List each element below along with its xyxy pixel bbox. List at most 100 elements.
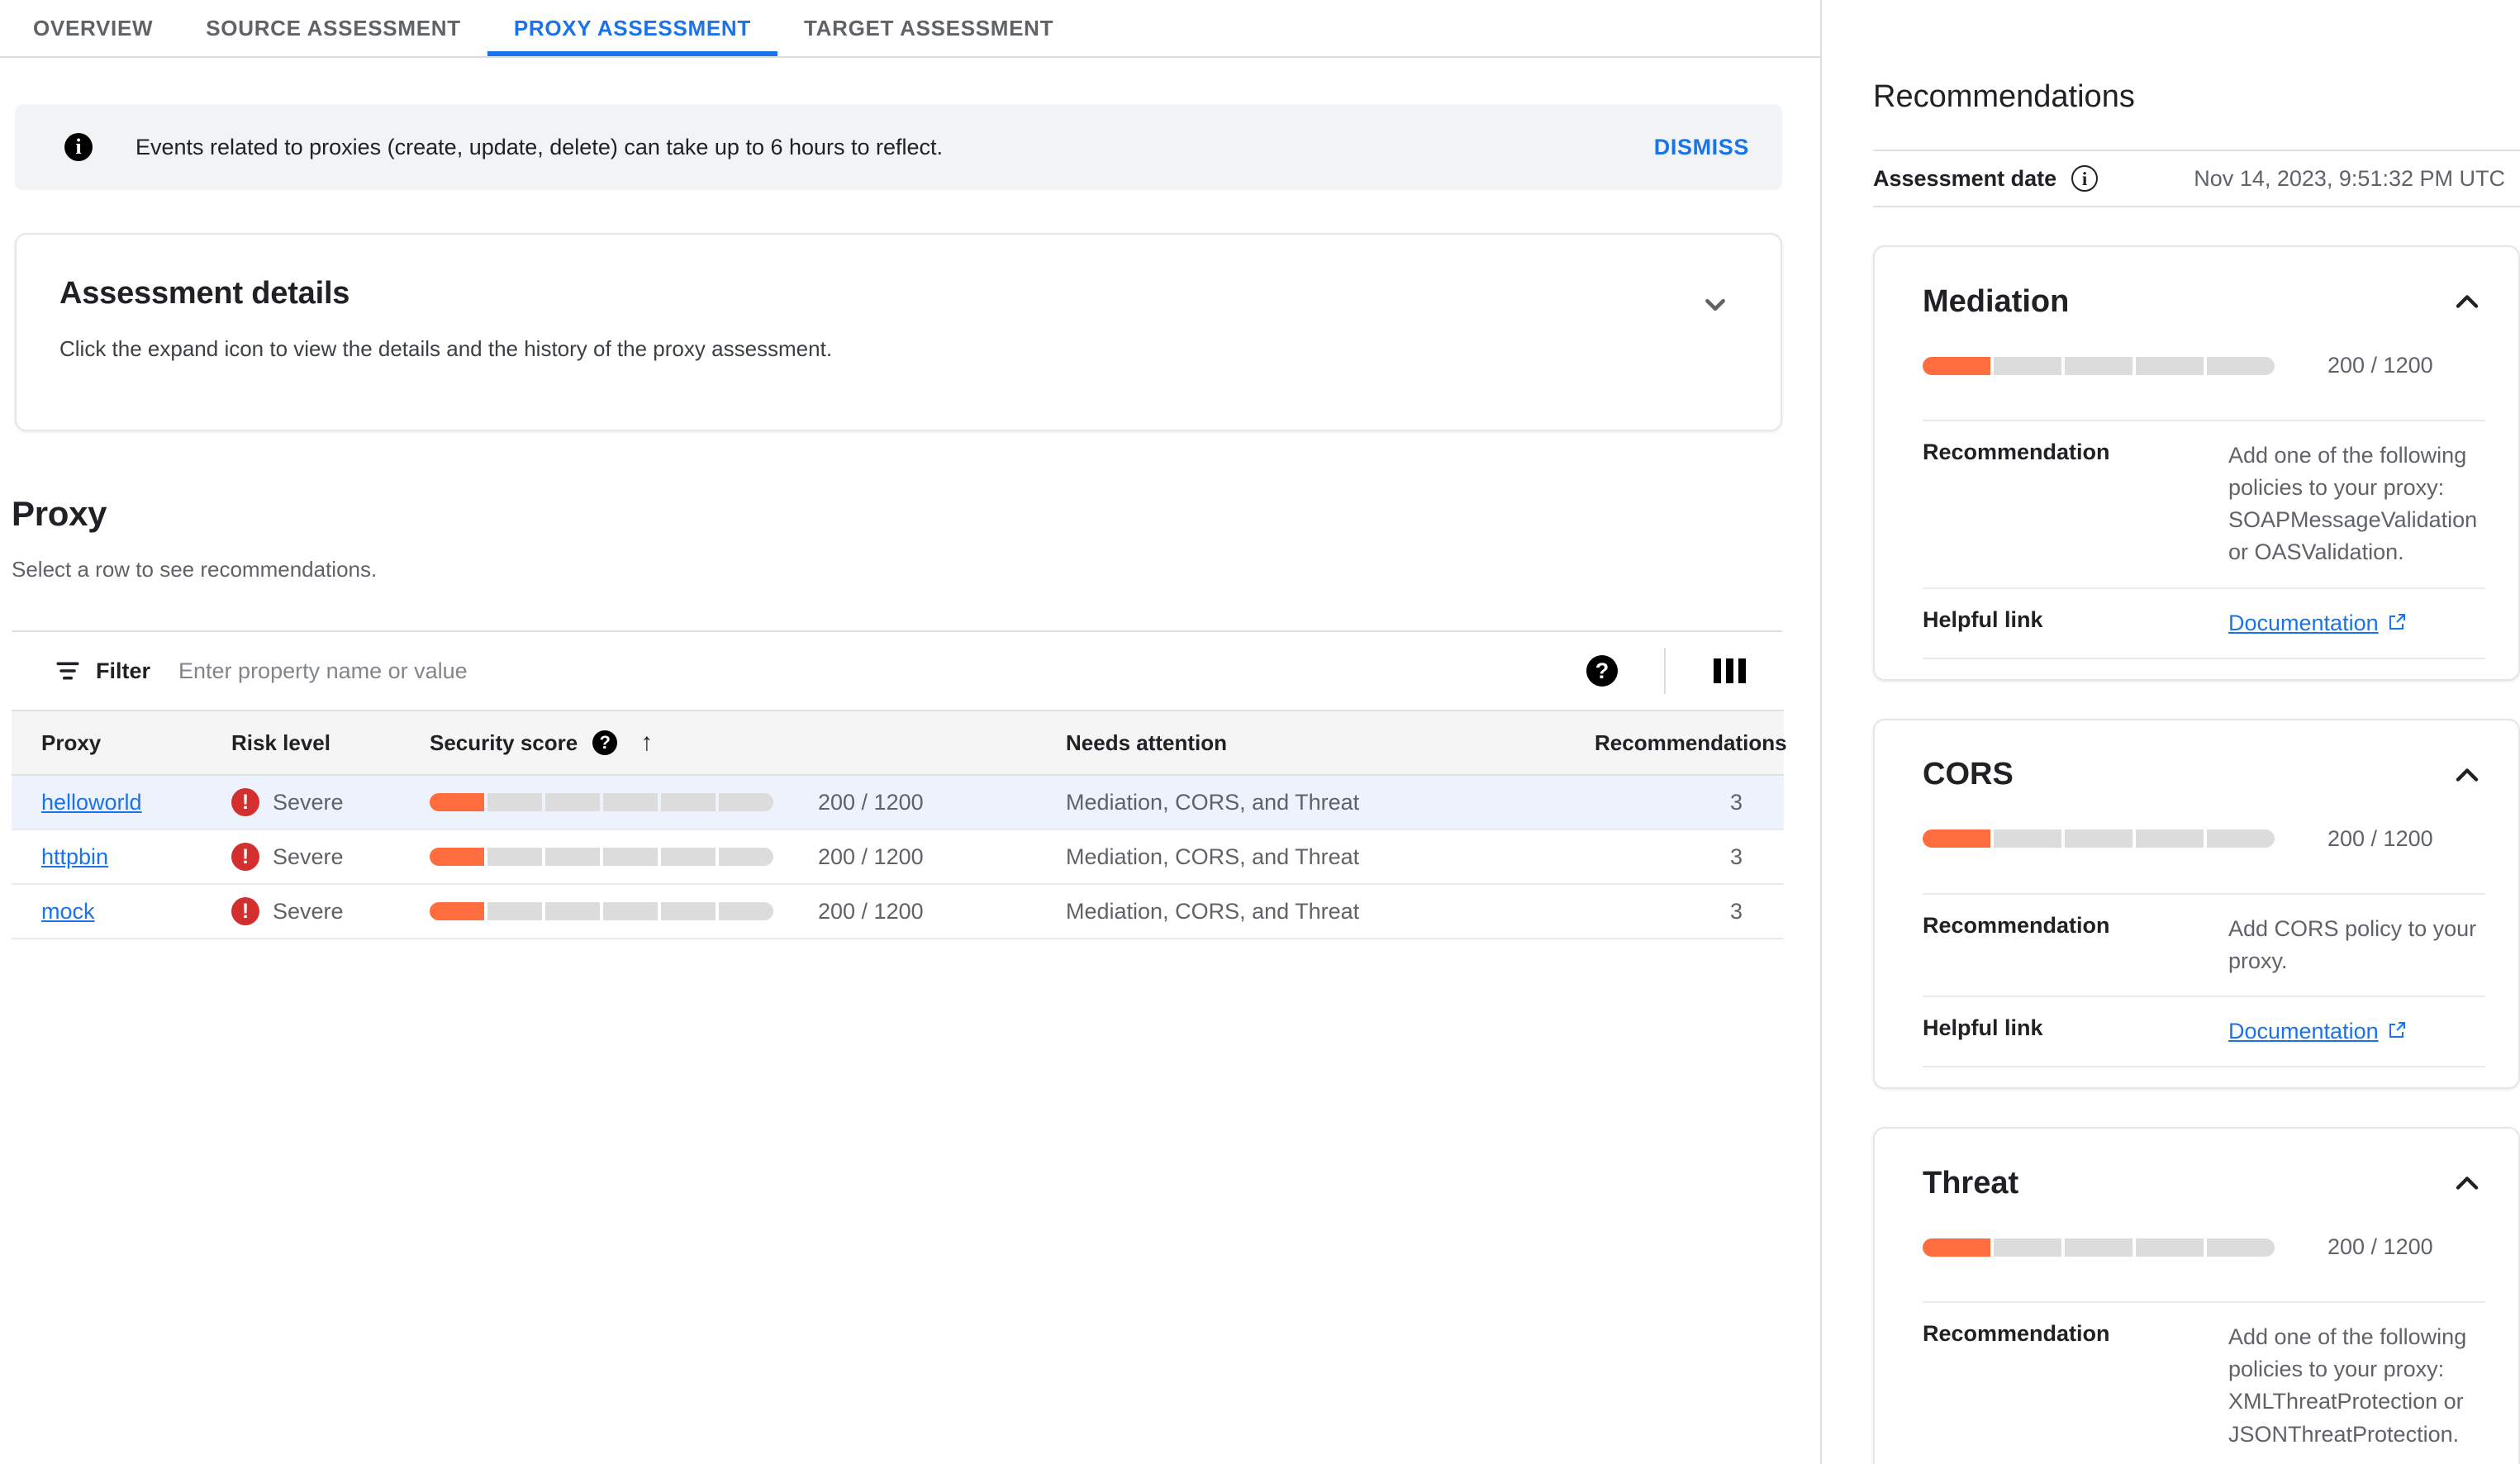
score-segment: [545, 902, 600, 920]
help-icon[interactable]: ?: [1586, 655, 1618, 687]
documentation-link[interactable]: Documentation: [2228, 611, 2379, 635]
assessment-details-card: Assessment details Click the expand icon…: [15, 233, 1782, 431]
info-banner: i Events related to proxies (create, upd…: [15, 104, 1782, 190]
recommendation-score-text: 200 / 1200: [2327, 1234, 2433, 1260]
recommendation-score-text: 200 / 1200: [2327, 353, 2433, 378]
recommendation-card-header[interactable]: Threat: [1875, 1165, 2518, 1201]
recommendations-panel: Recommendations Assessment date i Nov 14…: [1822, 0, 2520, 1464]
filter-icon: [53, 656, 83, 686]
score-segment: [1994, 829, 2061, 848]
info-icon[interactable]: i: [2071, 165, 2099, 192]
recommendation-card-title: CORS: [1923, 757, 2014, 792]
score-cell: [430, 793, 788, 811]
score-segment: [719, 902, 773, 920]
chevron-up-icon[interactable]: [2449, 1165, 2485, 1201]
recommendation-card: Mediation 200 / 1200 Recommendation Add one…: [1873, 245, 2520, 681]
recommendation-card: CORS 200 / 1200 Recommendation Add CORS pol…: [1873, 718, 2520, 1090]
tab-target-assessment[interactable]: TARGET ASSESSMENT: [777, 0, 1080, 56]
help-icon[interactable]: ?: [592, 730, 618, 755]
documentation-link[interactable]: Documentation: [2228, 1019, 2379, 1043]
tab-proxy-assessment[interactable]: PROXY ASSESSMENT: [487, 0, 778, 56]
info-icon: i: [64, 133, 93, 161]
cell-security-score-bar: [400, 884, 788, 939]
cell-recommendations: 3: [1565, 775, 1784, 830]
score-segment: [603, 848, 658, 866]
recommendation-card-header[interactable]: CORS: [1875, 757, 2518, 793]
security-score-bar: [1923, 829, 2275, 848]
helpful-link-row: Helpful link Documentation: [1923, 587, 2485, 659]
recommendation-value: Add one of the following policies to you…: [2228, 1324, 2467, 1447]
recommendation-value: Add CORS policy to your proxy.: [2228, 915, 2477, 973]
recommendation-card-title: Mediation: [1923, 283, 2070, 319]
chevron-up-icon[interactable]: [2449, 757, 2485, 793]
risk-level-label: Severe: [273, 789, 344, 815]
severe-icon: !: [231, 788, 259, 816]
proxy-link[interactable]: httpbin: [41, 844, 108, 869]
chevron-down-icon[interactable]: [1696, 286, 1734, 324]
recommendation-row: Recommendation Add one of the following p…: [1923, 1301, 2485, 1464]
cell-recommendations: 3: [1565, 884, 1784, 939]
score-segment: [2207, 356, 2275, 375]
column-header-needs-attention[interactable]: Needs attention: [1036, 710, 1565, 776]
tab-source-assessment[interactable]: SOURCE ASSESSMENT: [179, 0, 487, 56]
column-header-proxy[interactable]: Proxy: [12, 710, 202, 776]
assessment-details-subtitle: Click the expand icon to view the detail…: [59, 336, 833, 361]
score-segment: [430, 902, 484, 920]
score-segment: [487, 848, 542, 866]
risk-level-badge: ! Severe: [231, 788, 400, 816]
score-segment: [2207, 829, 2275, 848]
sort-ascending-icon[interactable]: ↑: [640, 730, 653, 755]
risk-level-badge: ! Severe: [231, 897, 400, 925]
table-body: helloworld! Severe 200 / 1200 Mediation, CO…: [12, 775, 1784, 939]
cell-proxy: mock: [12, 884, 202, 939]
recommendation-card-rows: Recommendation Add CORS policy to your pr…: [1923, 892, 2485, 1068]
column-header-risk-level[interactable]: Risk level: [202, 710, 400, 776]
tab-bar: OVERVIEW SOURCE ASSESSMENT PROXY ASSESSMEN…: [0, 0, 1820, 58]
score-segment: [719, 793, 773, 811]
app-root: OVERVIEW SOURCE ASSESSMENT PROXY ASSESSMEN…: [0, 0, 2520, 1464]
column-header-security-score-label: Security score: [430, 730, 578, 755]
security-score-bar: [430, 902, 773, 920]
helpful-link-label: Helpful link: [1923, 606, 2043, 632]
proxy-link[interactable]: mock: [41, 899, 95, 924]
score-cell: [430, 848, 788, 866]
columns-icon[interactable]: [1714, 658, 1746, 683]
recommendation-card-header[interactable]: Mediation: [1875, 283, 2518, 320]
assessment-date-row: Assessment date i Nov 14, 2023, 9:51:32 …: [1873, 150, 2520, 207]
tab-overview[interactable]: OVERVIEW: [7, 0, 179, 56]
column-header-security-score[interactable]: Security score ? ↑: [400, 710, 1036, 776]
score-segment: [1923, 829, 1990, 848]
info-banner-message: Events related to proxies (create, updat…: [136, 134, 944, 159]
assessment-details-title: Assessment details: [59, 276, 350, 311]
cell-security-score-bar: [400, 829, 788, 885]
recommendation-label: Recommendation: [1923, 912, 2110, 938]
cell-needs-attention: Mediation, CORS, and Threat: [1036, 884, 1565, 939]
score-segment: [430, 848, 484, 866]
cell-risk-level: ! Severe: [202, 775, 400, 830]
table-row[interactable]: httpbin! Severe 200 / 1200 Mediation, CORS,…: [12, 829, 1784, 885]
proxy-link[interactable]: helloworld: [41, 790, 142, 815]
recommendation-label: Recommendation: [1923, 1321, 2110, 1347]
score-segment: [2065, 829, 2132, 848]
score-segment: [2136, 1238, 2204, 1257]
severe-icon: !: [231, 843, 259, 871]
score-segment: [603, 902, 658, 920]
chevron-up-icon[interactable]: [2449, 283, 2485, 320]
assessment-date-value: Nov 14, 2023, 9:51:32 PM UTC: [2194, 165, 2505, 191]
assessment-date-label: Assessment date: [1873, 165, 2057, 191]
score-segment: [2065, 1238, 2132, 1257]
recommendation-value: Add one of the following policies to you…: [2228, 443, 2478, 565]
cell-risk-level: ! Severe: [202, 884, 400, 939]
filter-label: Filter: [96, 658, 151, 683]
filter-input[interactable]: [178, 658, 1586, 684]
table-row[interactable]: mock! Severe 200 / 1200 Mediation, CORS, an…: [12, 884, 1784, 939]
recommendation-card-title: Threat: [1923, 1165, 2019, 1200]
dismiss-button[interactable]: DISMISS: [1654, 135, 1749, 160]
cell-needs-attention: Mediation, CORS, and Threat: [1036, 775, 1565, 830]
column-header-recommendations[interactable]: Recommendations: [1565, 710, 1787, 776]
score-segment: [1994, 1238, 2061, 1257]
page-title: Proxy: [12, 494, 107, 533]
score-cell: [430, 902, 788, 920]
helpful-link-label: Helpful link: [1923, 1015, 2043, 1040]
table-row[interactable]: helloworld! Severe 200 / 1200 Mediation, CO…: [12, 775, 1784, 830]
